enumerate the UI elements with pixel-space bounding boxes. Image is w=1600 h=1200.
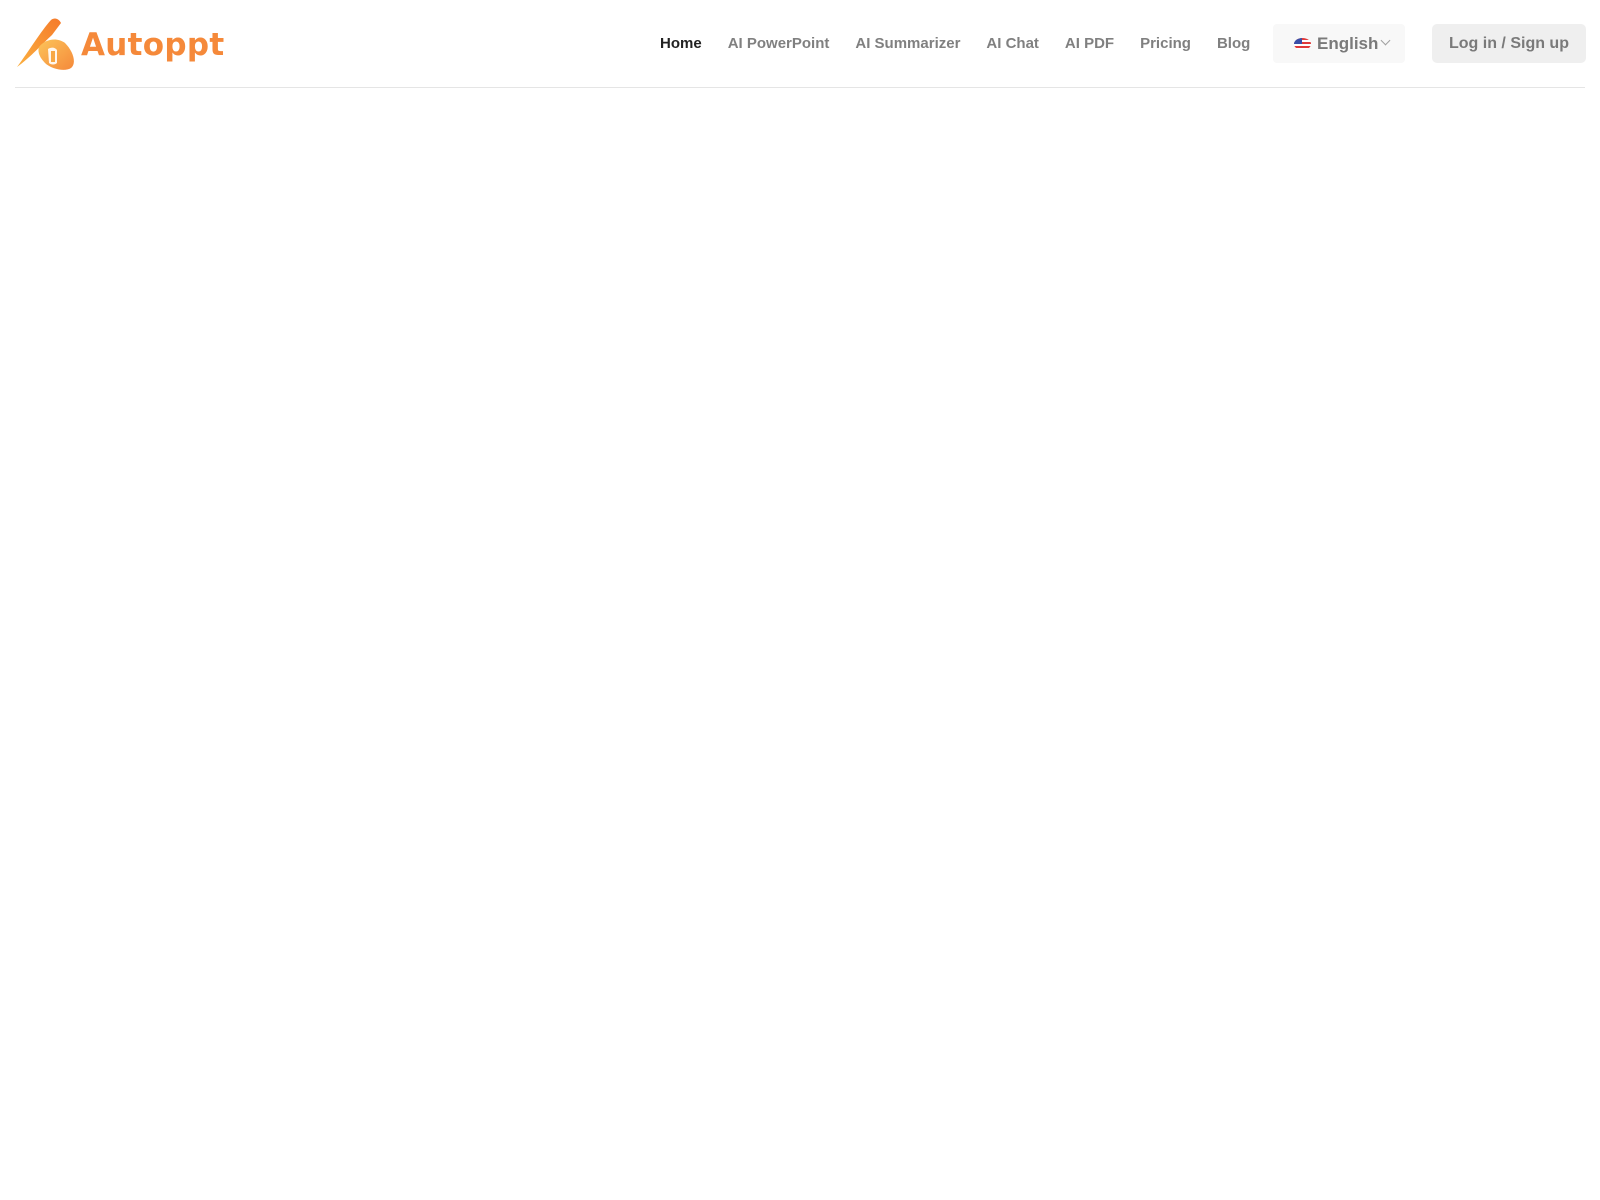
nav-item-home[interactable]: Home bbox=[660, 30, 702, 58]
language-selector[interactable]: English bbox=[1273, 24, 1405, 63]
nav-item-ai-pdf[interactable]: AI PDF bbox=[1065, 30, 1114, 58]
autoppt-logo-icon bbox=[17, 18, 74, 70]
site-header: Autoppt Home AI PowerPoint AI Summarizer… bbox=[15, 0, 1586, 88]
logo[interactable]: Autoppt bbox=[15, 17, 224, 71]
nav-item-ai-chat[interactable]: AI Chat bbox=[986, 30, 1039, 58]
language-label: English bbox=[1317, 33, 1379, 53]
main-nav: Home AI PowerPoint AI Summarizer AI Chat… bbox=[660, 30, 1276, 58]
nav-item-ai-powerpoint[interactable]: AI PowerPoint bbox=[728, 30, 830, 58]
main-content bbox=[0, 89, 1600, 1200]
nav-item-ai-summarizer[interactable]: AI Summarizer bbox=[855, 30, 960, 58]
nav-item-blog[interactable]: Blog bbox=[1217, 30, 1250, 58]
us-flag-icon bbox=[1294, 37, 1311, 50]
login-signup-button[interactable]: Log in / Sign up bbox=[1432, 24, 1586, 63]
nav-item-pricing[interactable]: Pricing bbox=[1140, 30, 1191, 58]
brand-name: Autoppt bbox=[81, 27, 225, 63]
chevron-down-icon bbox=[1380, 35, 1391, 46]
